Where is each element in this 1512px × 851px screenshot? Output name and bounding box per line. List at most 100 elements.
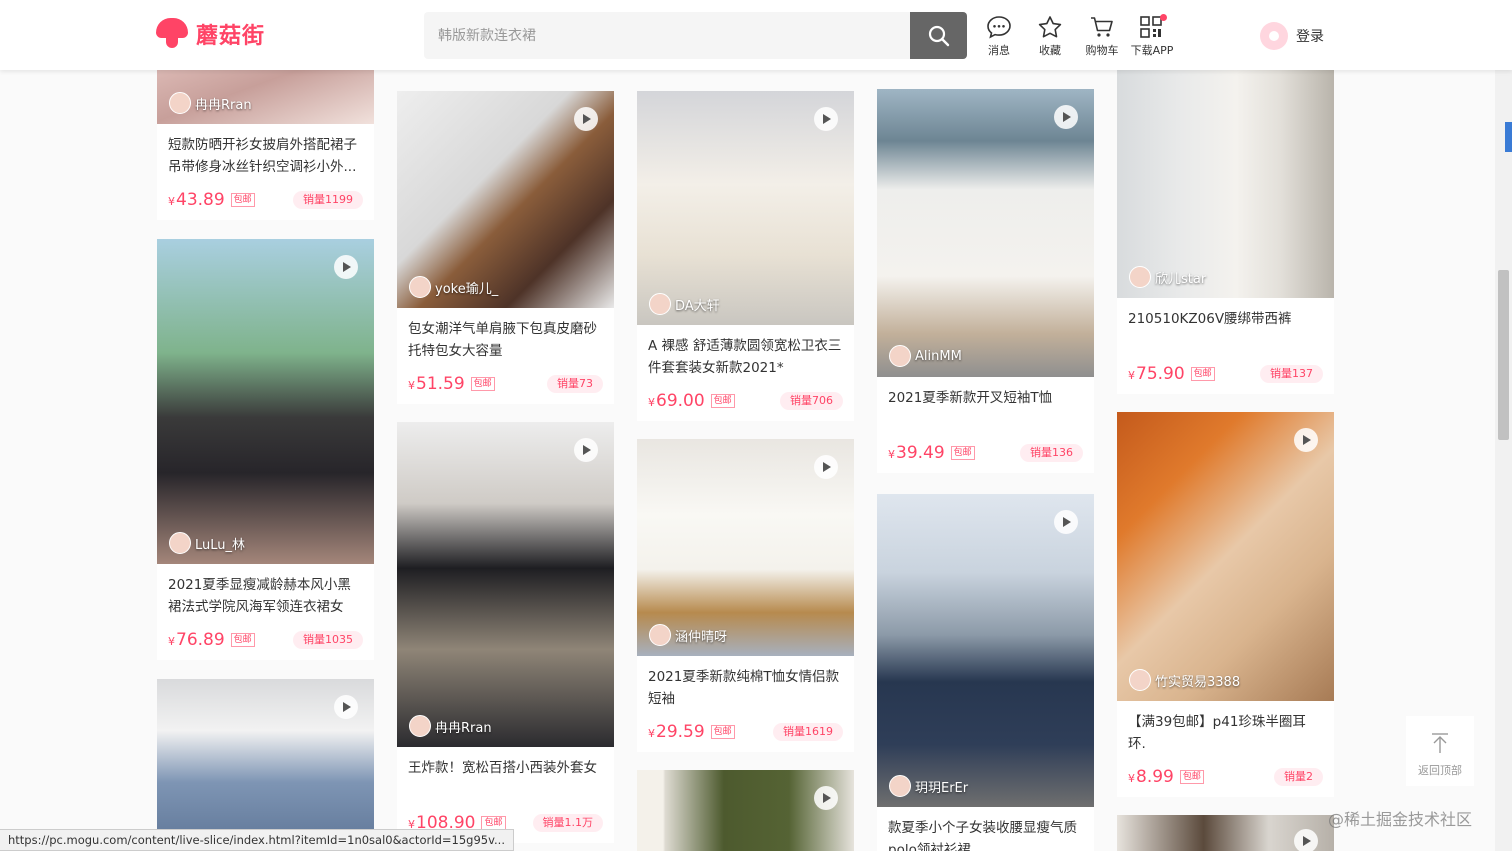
product-title[interactable]: 包女潮洋气单肩腋下包真皮磨砂托特包女大容量	[397, 308, 614, 364]
user-avatar-icon	[1260, 22, 1288, 50]
product-card-7[interactable]: 涵仲晴呀 2021夏季新款纯棉T恤女情侣款短袖 ¥29.59 包邮 销量1619	[637, 439, 854, 752]
product-image[interactable]	[637, 770, 854, 851]
product-card-6[interactable]: DA大轩 A 裸感 舒适薄款圆领宽松卫衣三件套套装女新款2021* ¥69.00…	[637, 91, 854, 421]
play-video-icon[interactable]	[1294, 428, 1318, 452]
product-image[interactable]	[157, 679, 374, 851]
search-icon	[928, 25, 949, 46]
product-card-2[interactable]: LuLu_林 2021夏季显瘦减龄赫本风小黑裙法式学院风海军领连衣裙女 ¥76.…	[157, 239, 374, 660]
currency-symbol: ¥	[648, 727, 655, 740]
product-image[interactable]: 竹实贸易3388	[1117, 412, 1334, 701]
product-image[interactable]: AlinMM	[877, 89, 1094, 377]
product-image[interactable]: yoke瑜儿_	[397, 91, 614, 308]
product-meta: ¥69.00 包邮 销量706	[637, 381, 854, 421]
product-image[interactable]: 涵仲晴呀	[637, 439, 854, 656]
nav-messages-label: 消息	[988, 44, 1010, 57]
search-input[interactable]	[424, 12, 910, 59]
author-avatar	[169, 92, 191, 114]
product-image[interactable]: 欣儿star	[1117, 40, 1334, 298]
currency-symbol: ¥	[168, 195, 175, 208]
search-button[interactable]	[910, 12, 967, 59]
product-price: ¥76.89	[168, 630, 225, 650]
price-value: 43.89	[176, 190, 225, 210]
product-title[interactable]: 2021夏季新款纯棉T恤女情侣款短袖	[637, 656, 854, 712]
product-title[interactable]: A 裸感 舒适薄款圆领宽松卫衣三件套套装女新款2021*	[637, 325, 854, 381]
product-card-13[interactable]	[1117, 815, 1334, 851]
nav-download-app[interactable]: 下载APP	[1127, 14, 1177, 58]
product-title[interactable]: 短款防晒开衫女披肩外搭配裙子吊带修身冰丝针织空调衫小外...	[157, 124, 374, 180]
product-title[interactable]: 2021夏季新款开叉短袖T恤	[877, 377, 1094, 433]
play-video-icon[interactable]	[334, 695, 358, 719]
play-video-icon[interactable]	[814, 455, 838, 479]
product-title[interactable]: 【满39包邮】p41珍珠半圈耳环.	[1117, 701, 1334, 757]
play-video-icon[interactable]	[1054, 510, 1078, 534]
side-tab-marker[interactable]	[1505, 122, 1512, 152]
free-shipping-badge: 包邮	[470, 377, 495, 391]
author-avatar	[889, 775, 911, 797]
sales-count: 销量73	[547, 375, 603, 393]
page-scrollbar[interactable]	[1495, 70, 1512, 851]
product-price: ¥39.49	[888, 443, 945, 463]
currency-symbol: ¥	[888, 448, 895, 461]
product-card-3[interactable]	[157, 679, 374, 851]
author-tag: DA大轩	[649, 293, 720, 315]
sales-count: 销量2	[1274, 768, 1323, 786]
top-header: 蘑菇街 消息 收藏 购物车 下载APP 登录	[0, 0, 1512, 70]
product-title[interactable]: 2021夏季显瘦减龄赫本风小黑裙法式学院风海军领连衣裙女	[157, 564, 374, 620]
play-video-icon[interactable]	[814, 107, 838, 131]
product-title[interactable]: 210510KZ06V腰绑带西裤	[1117, 298, 1334, 354]
author-name: 竹实贸易3388	[1155, 674, 1241, 690]
brand-name: 蘑菇街	[196, 24, 266, 49]
product-card-8[interactable]	[637, 770, 854, 851]
author-tag: 玥玥ErEr	[889, 775, 968, 797]
brand-logo[interactable]: 蘑菇街	[156, 18, 265, 50]
product-image[interactable]: 冉冉Rran	[397, 422, 614, 747]
product-meta: ¥39.49 包邮 销量136	[877, 433, 1094, 473]
product-image[interactable]: DA大轩	[637, 91, 854, 325]
price-value: 69.00	[656, 391, 705, 411]
nav-favorites-label: 收藏	[1039, 44, 1061, 57]
mushroom-logo-icon	[156, 18, 188, 50]
play-video-icon[interactable]	[814, 786, 838, 810]
product-price: ¥29.59	[648, 722, 705, 742]
play-video-icon[interactable]	[574, 438, 598, 462]
author-avatar	[409, 715, 431, 737]
author-tag: 欣儿star	[1129, 266, 1206, 288]
author-name: 涵仲晴呀	[675, 629, 728, 645]
free-shipping-badge: 包邮	[1190, 367, 1215, 381]
author-name: AlinMM	[915, 348, 962, 364]
nav-cart[interactable]: 购物车	[1077, 14, 1127, 58]
author-name: 冉冉Rran	[195, 97, 252, 113]
product-title[interactable]: 款夏季小个子女装收腰显瘦气质polo领衬衫裙	[877, 807, 1094, 851]
product-meta: ¥76.89 包邮 销量1035	[157, 620, 374, 660]
product-card-5[interactable]: 冉冉Rran 王炸款！宽松百搭小西装外套女 ¥108.90 包邮 销量1.1万	[397, 422, 614, 843]
free-shipping-badge: 包邮	[710, 394, 735, 408]
author-name: 玥玥ErEr	[915, 780, 969, 796]
back-to-top-button[interactable]: 返回顶部	[1406, 716, 1474, 786]
product-price: ¥43.89	[168, 190, 225, 210]
product-card-4[interactable]: yoke瑜儿_ 包女潮洋气单肩腋下包真皮磨砂托特包女大容量 ¥51.59 包邮 …	[397, 91, 614, 404]
product-image[interactable]: 玥玥ErEr	[877, 494, 1094, 807]
author-tag: 涵仲晴呀	[649, 624, 727, 646]
product-image[interactable]: LuLu_林	[157, 239, 374, 564]
back-to-top-label: 返回顶部	[1418, 764, 1462, 777]
sales-count: 销量1.1万	[532, 814, 603, 832]
nav-favorites[interactable]: 收藏	[1025, 14, 1075, 58]
sales-count: 销量137	[1260, 365, 1323, 383]
link-status-bar: https://pc.mogu.com/content/live-slice/i…	[0, 829, 514, 851]
play-video-icon[interactable]	[1054, 105, 1078, 129]
login-link[interactable]: 登录	[1260, 22, 1324, 50]
author-name: 欣儿star	[1155, 271, 1207, 287]
nav-messages[interactable]: 消息	[974, 14, 1024, 58]
product-card-10[interactable]: 玥玥ErEr 款夏季小个子女装收腰显瘦气质polo领衬衫裙	[877, 494, 1094, 851]
product-card-12[interactable]: 竹实贸易3388 【满39包邮】p41珍珠半圈耳环. ¥8.99 包邮 销量2	[1117, 412, 1334, 797]
author-avatar	[1129, 669, 1151, 691]
scrollbar-thumb[interactable]	[1498, 270, 1509, 440]
author-avatar	[409, 276, 431, 298]
product-card-9[interactable]: AlinMM 2021夏季新款开叉短袖T恤 ¥39.49 包邮 销量136	[877, 89, 1094, 473]
product-title[interactable]: 王炸款！宽松百搭小西装外套女	[397, 747, 614, 803]
play-video-icon[interactable]	[1294, 829, 1318, 851]
product-image[interactable]	[1117, 815, 1334, 851]
play-video-icon[interactable]	[574, 107, 598, 131]
product-card-11[interactable]: 欣儿star 210510KZ06V腰绑带西裤 ¥75.90 包邮 销量137	[1117, 40, 1334, 394]
play-video-icon[interactable]	[334, 255, 358, 279]
